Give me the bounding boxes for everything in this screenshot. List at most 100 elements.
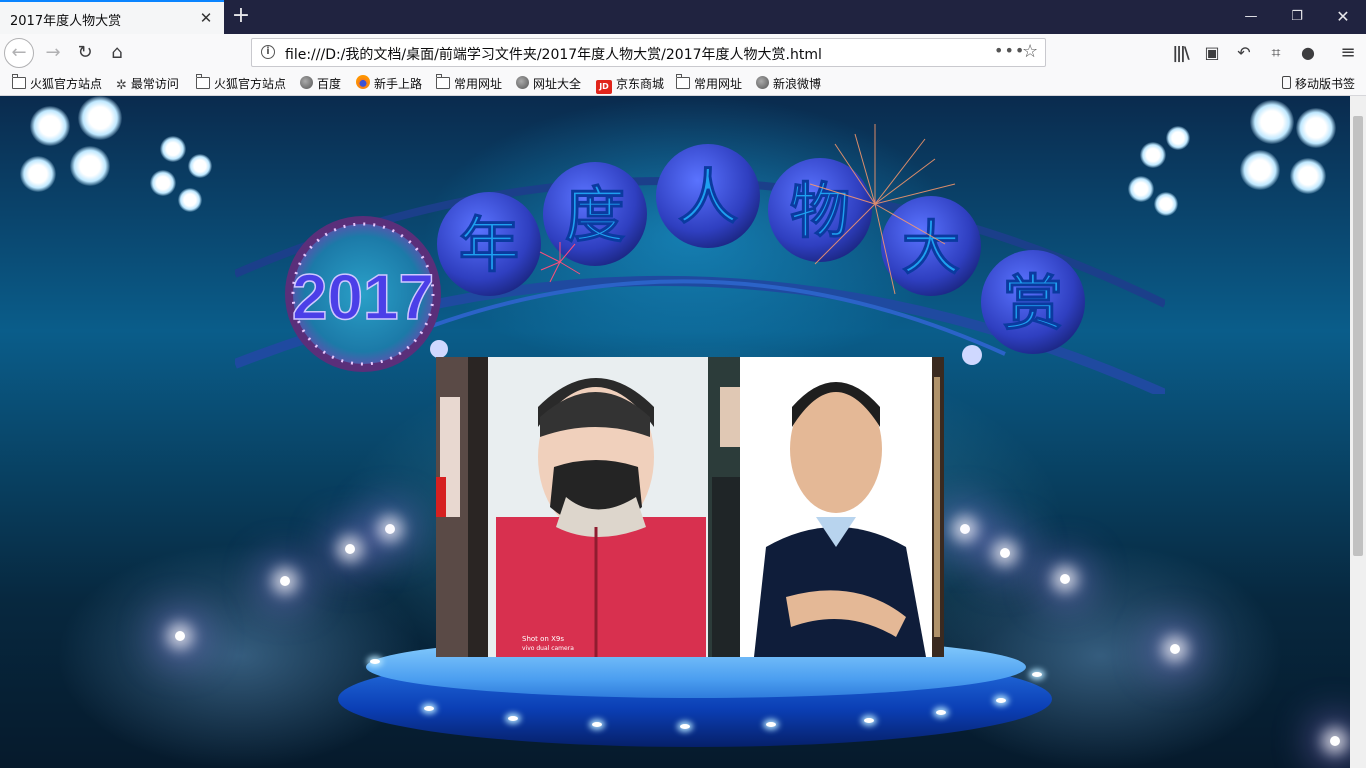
light-flare [1060, 574, 1070, 584]
light-flare [175, 631, 185, 641]
chat-bubble-icon[interactable]: ● [1294, 39, 1322, 67]
sidebar-icon[interactable]: ▣ [1198, 39, 1226, 67]
bookmark-item[interactable]: 百度 [300, 75, 341, 93]
svg-text:2017: 2017 [292, 261, 434, 333]
bulb-icon [430, 340, 448, 358]
undo-icon[interactable]: ↶ [1230, 39, 1258, 67]
bookmark-item[interactable]: JD 京东商城 [596, 75, 664, 94]
spotlight-icon [30, 106, 70, 146]
gear-icon: ✲ [116, 78, 127, 93]
svg-text:Shot on X9s: Shot on X9s [522, 635, 564, 643]
spotlight-icon [70, 146, 110, 186]
restore-icon[interactable]: ❐ [1274, 0, 1320, 34]
jd-icon: JD [596, 80, 612, 94]
podium-light [1032, 672, 1042, 677]
page-actions-more-icon[interactable]: ••• [994, 41, 1025, 60]
light-flare [1000, 548, 1010, 558]
bookmark-star-icon[interactable]: ☆ [1022, 41, 1038, 62]
photo-person-2 [740, 357, 932, 657]
navigation-toolbar: ← → ↻ ⌂ i file:///D:/我的文档/桌面/前端学习文件夹/201… [0, 34, 1366, 83]
svg-text:度: 度 [565, 181, 625, 251]
year-badge: 2017 [285, 216, 441, 372]
folder-icon [195, 74, 210, 89]
podium-light [592, 722, 602, 727]
bookmark-item[interactable]: 火狐官方站点 [195, 74, 286, 93]
tab-strip: 2017年度人物大赏 ✕ + — ❐ ✕ [0, 0, 1366, 34]
spotlight-icon [188, 154, 212, 178]
firefox-icon [356, 75, 370, 89]
folder-icon [11, 74, 26, 89]
page-content: 2017 年 度 人 物 大 赏 Shot on X9s vivo dual c… [0, 96, 1350, 768]
svg-text:赏: 赏 [1003, 269, 1063, 339]
mobile-bookmarks[interactable]: 移动版书签 [1282, 75, 1355, 93]
title-banner: 2017 年 度 人 物 大 赏 [235, 124, 1165, 394]
spotlight-icon [178, 188, 202, 212]
scrollbar-thumb[interactable] [1353, 116, 1363, 556]
folder-icon [435, 74, 450, 89]
light-flare [345, 544, 355, 554]
banner-char-disc: 大 [881, 196, 981, 296]
spotlight-icon [1240, 150, 1280, 190]
light-flare [280, 576, 290, 586]
svg-text:vivo dual camera: vivo dual camera [522, 645, 574, 652]
light-flare [960, 524, 970, 534]
tab-active[interactable]: 2017年度人物大赏 ✕ [0, 0, 224, 34]
bookmark-item[interactable]: 常用网址 [435, 74, 502, 93]
podium-light [936, 710, 946, 715]
spotlight-icon [160, 136, 186, 162]
menu-icon[interactable]: ≡ [1334, 39, 1362, 67]
banner-char-disc: 人 [656, 144, 760, 248]
light-flare [1330, 736, 1340, 746]
phone-icon [1282, 76, 1291, 89]
spotlight-icon [1296, 108, 1336, 148]
close-tab-icon[interactable]: ✕ [197, 9, 215, 27]
bulb-icon [962, 345, 982, 365]
light-flare [385, 524, 395, 534]
spotlight-icon [1290, 158, 1326, 194]
bookmark-item[interactable]: 新手上路 [356, 75, 422, 93]
globe-icon [516, 76, 529, 89]
podium-light [508, 716, 518, 721]
podium-light [864, 718, 874, 723]
banner-char-disc: 年 [437, 192, 541, 296]
svg-text:人: 人 [678, 163, 738, 233]
new-tab-icon[interactable]: + [230, 4, 252, 28]
minimize-icon[interactable]: — [1228, 0, 1274, 34]
folder-icon [675, 74, 690, 89]
vertical-scrollbar[interactable] [1350, 96, 1366, 768]
spotlight-icon [20, 156, 56, 192]
bookmark-item[interactable]: ✲ 最常访问 [116, 75, 179, 93]
bookmark-item[interactable]: 火狐官方站点 [11, 74, 102, 93]
bookmark-item[interactable]: 新浪微博 [756, 75, 821, 93]
bookmark-item[interactable]: 常用网址 [675, 74, 742, 93]
light-flare [1170, 644, 1180, 654]
podium-light [996, 698, 1006, 703]
spotlight-icon [78, 96, 122, 140]
close-window-icon[interactable]: ✕ [1320, 0, 1366, 34]
bookmark-item[interactable]: 网址大全 [516, 75, 581, 93]
banner-char-disc: 度 [543, 162, 647, 266]
banner-char-disc: 赏 [981, 250, 1085, 354]
banner-char-disc: 物 [768, 158, 872, 262]
podium-light [680, 724, 690, 729]
spotlight-icon [1166, 126, 1190, 150]
tab-title: 2017年度人物大赏 [10, 14, 122, 29]
spotlight-icon [150, 170, 176, 196]
podium-light [766, 722, 776, 727]
forward-arrow-icon[interactable]: → [38, 39, 68, 67]
svg-text:年: 年 [459, 211, 519, 281]
podium-light [370, 659, 380, 664]
url-text[interactable]: file:///D:/我的文档/桌面/前端学习文件夹/2017年度人物大赏/20… [285, 44, 822, 64]
globe-icon [756, 76, 769, 89]
globe-icon [300, 76, 313, 89]
photo-strip: Shot on X9s vivo dual camera [436, 357, 944, 657]
library-icon[interactable]: |||\ [1166, 39, 1194, 67]
back-arrow-icon[interactable]: ← [4, 38, 34, 68]
photo-carousel[interactable]: Shot on X9s vivo dual camera [436, 357, 944, 657]
home-icon[interactable]: ⌂ [102, 39, 132, 67]
address-bar[interactable]: i file:///D:/我的文档/桌面/前端学习文件夹/2017年度人物大赏/… [251, 38, 1046, 67]
info-icon[interactable]: i [261, 45, 275, 59]
podium-light [424, 706, 434, 711]
crop-screenshot-icon[interactable]: ⌗ [1262, 39, 1290, 67]
reload-icon[interactable]: ↻ [70, 39, 100, 67]
